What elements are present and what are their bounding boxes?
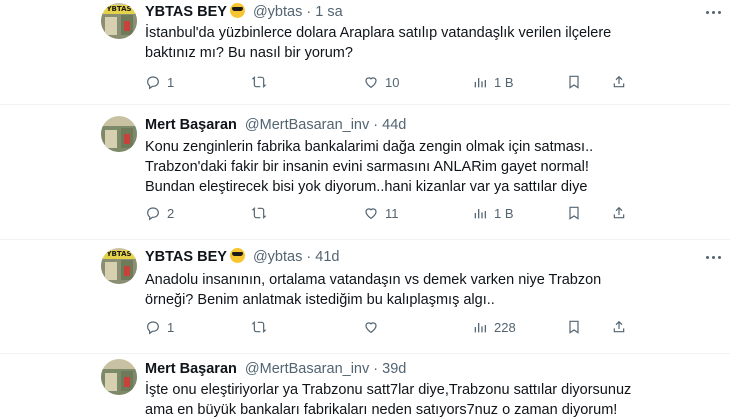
tweet[interactable]: Mert Başaran @MertBasaran_inv · 44d Konu… [0,105,730,240]
avatar[interactable] [101,359,137,395]
timestamp[interactable]: 44d [382,117,406,133]
user-handle[interactable]: @MertBasaran_inv [245,117,369,133]
display-name[interactable]: YBTAS BEY [145,4,227,20]
share-button[interactable] [611,318,627,338]
share-icon [613,206,625,219]
avatar[interactable]: YBTAS [101,3,137,39]
tweet-header: Mert Başaran @MertBasaran_inv · 39d [145,360,406,378]
avatar-sign-text: YBTAS [103,250,135,259]
views-count: 228 [494,320,516,335]
retweet-icon [251,321,267,333]
separator-dot: · [373,117,379,133]
tweet-text-line: İşte onu eleştiriyorlar ya Trabzonu satt… [145,382,632,398]
bookmark-button[interactable] [566,73,582,93]
timestamp[interactable]: 39d [382,361,406,377]
timestamp[interactable]: 41d [315,249,339,265]
separator-dot: · [373,361,379,377]
views-button[interactable]: 1 B [472,204,514,224]
reply-count: 2 [167,206,175,221]
share-button[interactable] [611,73,627,93]
like-button[interactable]: 11 [363,204,399,224]
tweet-text-line: ama en büyük bankaları fabrikaları neden… [145,402,618,418]
like-icon [365,77,377,89]
retweet-icon [251,207,267,219]
tweet[interactable]: YBTAS YBTAS BEY @ybtas · 1 sa İstanbul'd… [0,0,730,105]
display-name[interactable]: YBTAS BEY [145,249,227,265]
like-count: 10 [385,75,400,90]
views-count: 1 B [494,75,514,90]
bookmark-icon [569,206,579,220]
reply-count: 1 [167,75,175,90]
tweet[interactable]: YBTAS YBTAS BEY @ybtas · 41d Anadolu ins… [0,240,730,354]
views-icon [474,209,486,219]
share-icon [613,320,625,333]
reply-count: 1 [167,320,175,335]
bookmark-icon [569,320,579,334]
bookmark-button[interactable] [566,204,582,224]
tweet-header: YBTAS BEY @ybtas · 1 sa [145,3,343,21]
tweet-text: Konu zenginlerin fabrika bankalarimi dağ… [145,137,705,197]
share-button[interactable] [611,204,627,224]
user-handle[interactable]: @ybtas [253,4,302,20]
reply-icon [147,76,159,90]
like-button[interactable]: 10 [363,73,399,93]
tweet-text-line: Bundan eleştirecek bisi yok diyorum..han… [145,179,588,195]
tweet-text-line: baktınız mı? Bu nasıl bir yorum? [145,45,353,61]
timestamp[interactable]: 1 sa [315,4,342,20]
tweet-text-line: Anadolu insanının, ortalama vatandaşın v… [145,272,602,288]
bookmark-icon [569,75,579,89]
reply-icon [147,207,159,221]
sunglasses-emoji-icon [229,248,245,263]
like-icon [365,322,377,334]
avatar-sign-text: YBTAS [103,5,135,14]
reply-button[interactable]: 1 [145,318,174,338]
separator-dot: · [306,249,312,265]
like-count: 11 [385,206,399,221]
tweet-text-line: Konu zenginlerin fabrika bankalarimi dağ… [145,139,594,155]
reply-button[interactable]: 1 [145,73,174,93]
reply-button[interactable]: 2 [145,204,174,224]
user-handle[interactable]: @ybtas [253,249,302,265]
tweet[interactable]: Mert Başaran @MertBasaran_inv · 39d İşte… [0,354,730,420]
views-icon [474,78,486,88]
views-button[interactable]: 228 [472,318,516,338]
tweet-text: İstanbul'da yüzbinlerce dolara Araplara … [145,23,705,63]
views-button[interactable]: 1 B [472,73,514,93]
separator-dot: · [306,4,312,20]
tweet-header: Mert Başaran @MertBasaran_inv · 44d [145,116,406,134]
views-count: 1 B [494,206,514,221]
bookmark-button[interactable] [566,318,582,338]
more-icon[interactable] [706,9,722,15]
avatar[interactable] [101,116,137,152]
tweet-text-line: Trabzon'daki fakir bir insanin evini sar… [145,159,589,175]
tweet-header: YBTAS BEY @ybtas · 41d [145,248,339,266]
tweet-actions: 1 228 [145,318,715,338]
share-icon [613,75,625,88]
tweet-actions: 1 10 1 B [145,73,715,93]
avatar[interactable]: YBTAS [101,248,137,284]
retweet-button[interactable] [251,73,273,93]
sunglasses-emoji-icon [229,3,245,18]
display-name[interactable]: Mert Başaran [145,117,237,133]
tweet-text-line: örneği? Benim anlatmak istediğim bu kalı… [145,292,495,308]
reply-icon [147,321,159,335]
more-icon[interactable] [706,254,722,260]
retweet-button[interactable] [251,318,273,338]
views-icon [474,323,486,333]
like-icon [365,208,377,220]
tweet-actions: 2 11 1 B [145,204,715,224]
tweet-text: İşte onu eleştiriyorlar ya Trabzonu satt… [145,380,705,420]
retweet-icon [251,76,267,88]
display-name[interactable]: Mert Başaran [145,361,237,377]
retweet-button[interactable] [251,204,273,224]
like-button[interactable] [363,318,385,338]
tweet-text-line: İstanbul'da yüzbinlerce dolara Araplara … [145,25,612,41]
tweet-text: Anadolu insanının, ortalama vatandaşın v… [145,270,705,310]
user-handle[interactable]: @MertBasaran_inv [245,361,369,377]
